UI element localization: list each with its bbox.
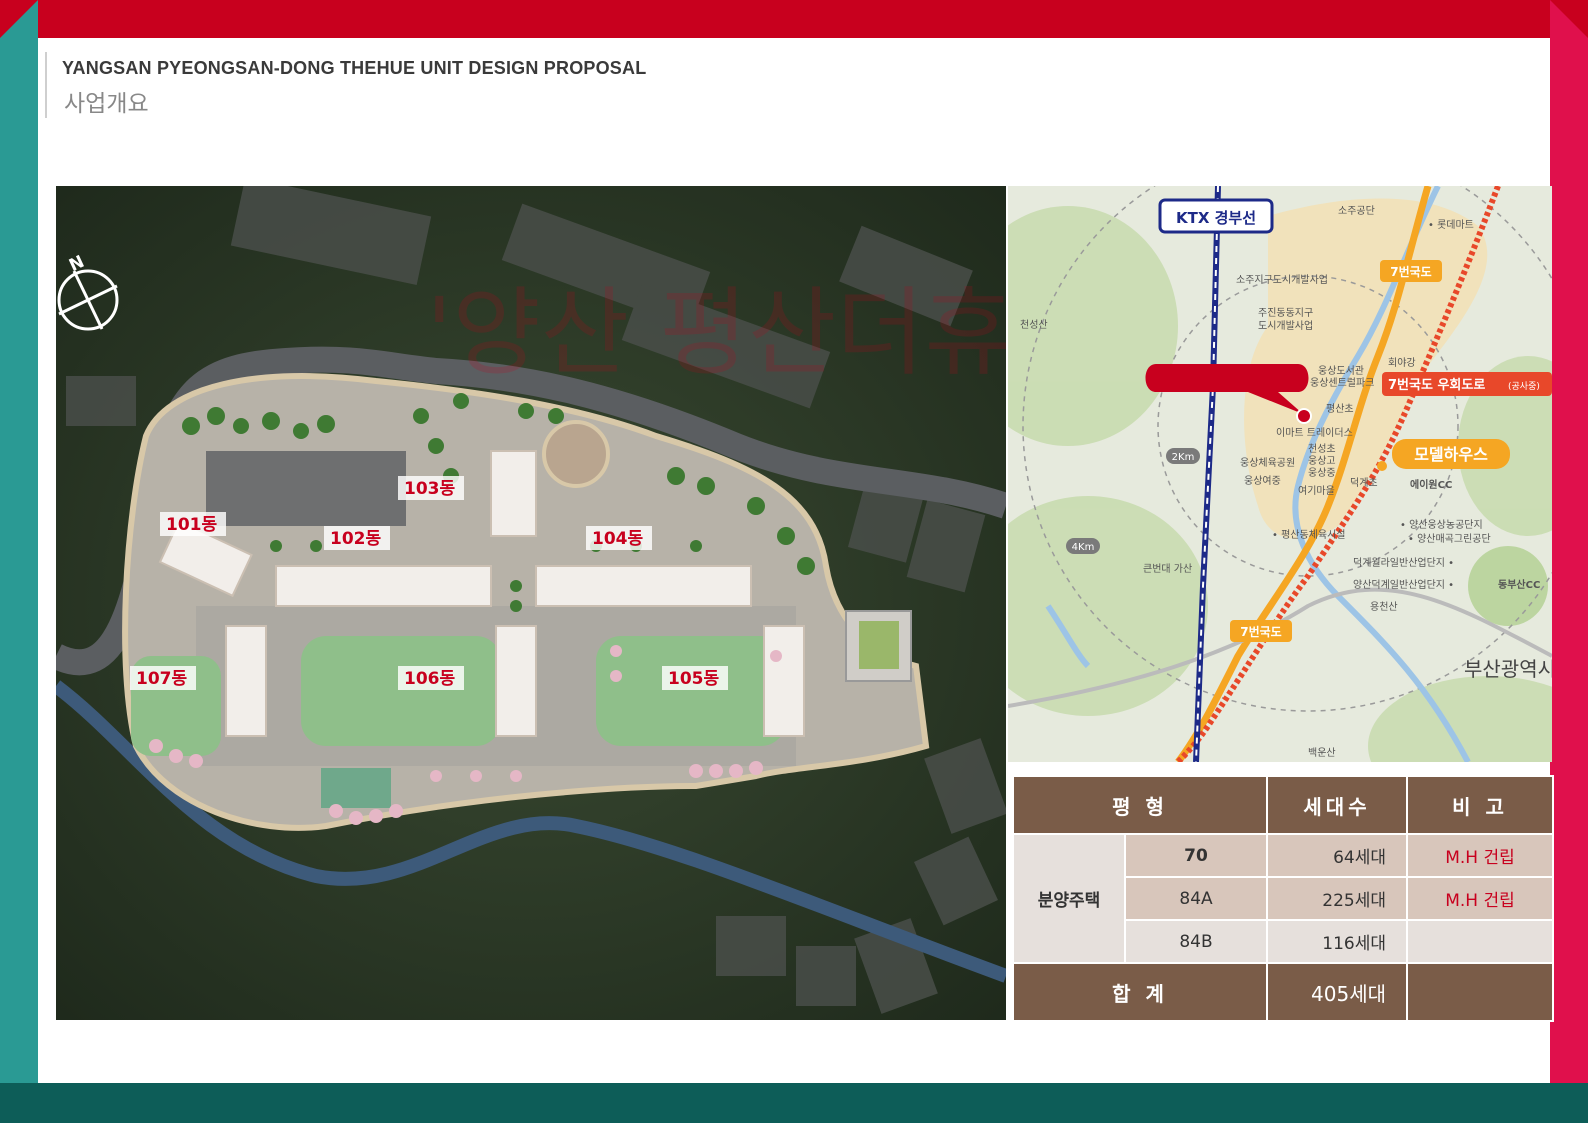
frame-left-band — [0, 0, 38, 1123]
courtyard — [301, 636, 501, 746]
unit-type-cell: 84B — [1123, 919, 1269, 964]
ktx-label-box: KTX 경부선 — [1158, 198, 1274, 234]
model-house-badge: 모델하우스 — [1392, 439, 1510, 469]
building-label-106: 106동 — [398, 666, 464, 690]
place-label: 주진동동지구 — [1258, 307, 1313, 319]
total-remark-cell — [1406, 962, 1555, 1022]
bypass-note: (공사중) — [1508, 381, 1540, 392]
total-count-cell: 405세대 — [1266, 962, 1409, 1022]
radius-label-4km: 4Km — [1066, 538, 1100, 554]
svg-text:2Km: 2Km — [1172, 452, 1195, 463]
header-unit-type: 평 형 — [1011, 775, 1269, 835]
place-label: • 양산매곡그린공단 — [1408, 533, 1491, 545]
route-7-label: 7번국도 — [1390, 264, 1431, 279]
place-label: 양산덕계일반산업단지 • — [1353, 578, 1454, 591]
place-label-busan: 부산광역시 — [1464, 657, 1552, 681]
page-title: YANGSAN PYEONGSAN-DONG THEHUE UNIT DESIG… — [62, 58, 647, 78]
place-label: 천성초 — [1308, 443, 1336, 455]
route-7-badge: 7번국도 — [1380, 260, 1442, 282]
building-label-text: 103동 — [404, 479, 455, 499]
route-7-label: 7번국도 — [1240, 624, 1281, 639]
building-label-104: 104동 — [586, 526, 652, 550]
frame-corner — [0, 1083, 38, 1123]
place-label: • 양산웅상농공단지 — [1400, 519, 1483, 531]
route-7-badge-bottom: 7번국도 — [1230, 620, 1292, 642]
place-label: 도시개발사업 — [1258, 319, 1313, 332]
page-subtitle: 사업개요 — [64, 91, 149, 117]
table-row: 분양주택 70 64세대 M.H 건립 — [1012, 833, 1555, 964]
model-house-marker — [1377, 461, 1387, 471]
place-label: 덕계월라일반산업단지 • — [1353, 556, 1454, 569]
place-label: 여기마을 — [1298, 485, 1335, 497]
place-label: 웅상고 — [1308, 455, 1336, 467]
parking-area — [206, 451, 406, 526]
household-count-cell: 116세대 — [1266, 919, 1409, 964]
remark-cell — [1406, 919, 1555, 964]
place-label: 웅상도서관 — [1318, 365, 1364, 377]
frame-corner — [0, 0, 38, 38]
building-label-text: 102동 — [330, 529, 381, 549]
place-label: 용천산 — [1370, 601, 1398, 613]
building-label-102: 102동 — [324, 526, 390, 550]
building-label-107: 107동 — [130, 666, 196, 690]
location-map: KTX 경부선 7번국도 7번국도 7번국도 우회도로 (공사중) 모델하우스 … — [1008, 186, 1552, 762]
unit-type-cell: 70 — [1123, 833, 1269, 878]
place-label: 소주공단 — [1338, 205, 1375, 217]
building-label-text: 107동 — [136, 669, 187, 689]
roundabout — [542, 420, 610, 488]
place-label: 웅상체육공원 — [1240, 457, 1295, 469]
unit-type-cell: 84A — [1123, 876, 1269, 921]
site-location-pin — [1296, 408, 1312, 424]
remark-cell: M.H 건립 — [1406, 833, 1555, 878]
place-label: 덕계초 — [1350, 477, 1378, 489]
frame-corner — [1550, 0, 1588, 38]
household-count-cell: 225세대 — [1266, 876, 1409, 921]
svg-text:4Km: 4Km — [1072, 542, 1095, 553]
table-total-row: 합 계 405세대 — [1011, 962, 1555, 1022]
place-label: 웅상센트럴파크 — [1310, 376, 1374, 389]
header-household-count: 세대수 — [1266, 775, 1409, 835]
building-label-text: 101동 — [166, 515, 217, 535]
place-label: 큰번대 가산 — [1143, 563, 1192, 575]
bypass-label: 7번국도 우회도로 — [1388, 377, 1485, 393]
category-cell: 분양주택 — [1012, 833, 1126, 964]
place-label: 웅상중 — [1308, 467, 1336, 479]
place-label: 백운산 — [1308, 747, 1336, 759]
header-remarks: 비 고 — [1406, 775, 1555, 835]
site-plan-image: '양산 평산더휴' N 101동 102동 103동 104동 105동 106… — [56, 186, 1006, 1020]
building-label-text: 106동 — [404, 669, 455, 689]
sports-court — [321, 768, 391, 808]
title-divider — [45, 52, 47, 118]
model-house-label: 모델하우스 — [1414, 445, 1488, 464]
building-label-text: 104동 — [592, 529, 643, 549]
place-label: 회야강 — [1388, 357, 1416, 369]
building-label-101: 101동 — [160, 512, 226, 536]
place-label: 동부산CC — [1498, 578, 1540, 591]
place-label: • 평산동체육시설 — [1272, 529, 1345, 541]
place-label: 에이원CC — [1410, 478, 1452, 491]
unit-summary-table: 평 형 세대수 비 고 분양주택 70 64세대 M.H 건립 84A 225세… — [1011, 775, 1555, 1022]
frame-right-band — [1550, 0, 1588, 1123]
total-label-cell: 합 계 — [1011, 962, 1269, 1022]
building-label-103: 103동 — [398, 476, 464, 500]
remark-cell: M.H 건립 — [1406, 876, 1555, 921]
place-label: 평산초 — [1326, 403, 1354, 415]
building-label-105: 105동 — [662, 666, 728, 690]
place-label: 소주지구도시개발사업 — [1236, 273, 1328, 286]
ktx-label: KTX 경부선 — [1176, 209, 1256, 227]
watermark-text: '양산 평산더휴' — [426, 277, 1006, 389]
place-label: 천성산 — [1020, 319, 1048, 331]
place-label: • 롯데마트 — [1428, 219, 1474, 231]
place-label: 웅상여중 — [1244, 475, 1281, 487]
building-label-text: 105동 — [668, 669, 719, 689]
frame-corner — [1550, 1083, 1588, 1123]
frame-bottom-band — [0, 1083, 1588, 1123]
bypass-badge: 7번국도 우회도로 (공사중) — [1382, 372, 1552, 396]
table-header-row: 평 형 세대수 비 고 — [1011, 775, 1555, 835]
place-label: 이마트 트레이더스 — [1276, 427, 1353, 439]
radius-label-2km: 2Km — [1166, 448, 1200, 464]
courtyard — [596, 636, 786, 746]
frame-top-band — [0, 0, 1588, 38]
household-count-cell: 64세대 — [1266, 833, 1409, 878]
